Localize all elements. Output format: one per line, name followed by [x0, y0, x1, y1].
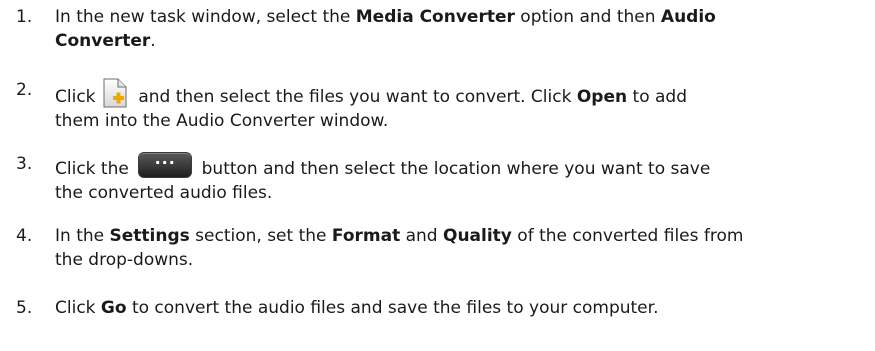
text-run: Click the	[55, 159, 135, 179]
step-number: 1.	[16, 7, 33, 27]
step-text: In the Settings section, set the Format …	[55, 224, 855, 272]
ellipsis-button-icon: ···	[138, 152, 193, 178]
step-text: In the new task window, select the Media…	[55, 5, 855, 53]
text-run: Click	[55, 87, 101, 107]
text-run: of the converted files from	[511, 226, 744, 246]
bold-term-media-converter: Media Converter	[355, 7, 515, 27]
text-run: to convert the audio files and save the …	[126, 298, 659, 318]
step-number: 4.	[16, 226, 33, 246]
text-run: .	[150, 31, 156, 51]
text-run: button and then select the location wher…	[196, 159, 711, 179]
text-run: In the new task window, select the	[55, 7, 356, 27]
text-run: to add	[627, 87, 687, 107]
text-run: them into the Audio Converter window.	[55, 111, 389, 131]
step-text: Click the ··· button and then select the…	[55, 152, 855, 205]
text-run: the converted audio files.	[55, 183, 273, 203]
step-line: In the new task window, select the Media…	[55, 5, 855, 29]
bold-term-open: Open	[576, 87, 628, 107]
step-line: the converted audio files.	[55, 181, 855, 205]
bold-term-quality: Quality	[443, 226, 512, 246]
add-file-icon	[101, 78, 129, 108]
step-number: 2.	[16, 80, 33, 100]
text-run: the drop-downs.	[55, 250, 194, 270]
step-line: Click and then select the files you want…	[55, 78, 855, 109]
step-number: 5.	[16, 298, 33, 318]
bold-term-settings: Settings	[109, 226, 190, 246]
text-run: Click	[55, 298, 101, 318]
step-line: Click the ··· button and then select the…	[55, 152, 855, 181]
text-run: and then select the files you want to co…	[132, 87, 577, 107]
step-line: Click Go to convert the audio files and …	[55, 296, 855, 320]
step-text: Click and then select the files you want…	[55, 78, 855, 133]
bold-term-audio: Audio	[660, 7, 716, 27]
bold-term-format: Format	[331, 226, 401, 246]
step-line: them into the Audio Converter window.	[55, 109, 855, 133]
step-text: Click Go to convert the audio files and …	[55, 296, 855, 320]
bold-term-go: Go	[100, 298, 127, 318]
text-run: section, set the	[189, 226, 332, 246]
text-run: option and then	[514, 7, 661, 27]
step-number: 3.	[16, 154, 33, 174]
text-run: In the	[55, 226, 110, 246]
bold-term-converter: Converter	[55, 31, 151, 51]
step-line: In the Settings section, set the Format …	[55, 224, 855, 248]
ellipsis-icon: ···	[154, 153, 176, 172]
text-run: and	[400, 226, 443, 246]
step-line: the drop-downs.	[55, 248, 855, 272]
step-line: Converter.	[55, 29, 855, 53]
